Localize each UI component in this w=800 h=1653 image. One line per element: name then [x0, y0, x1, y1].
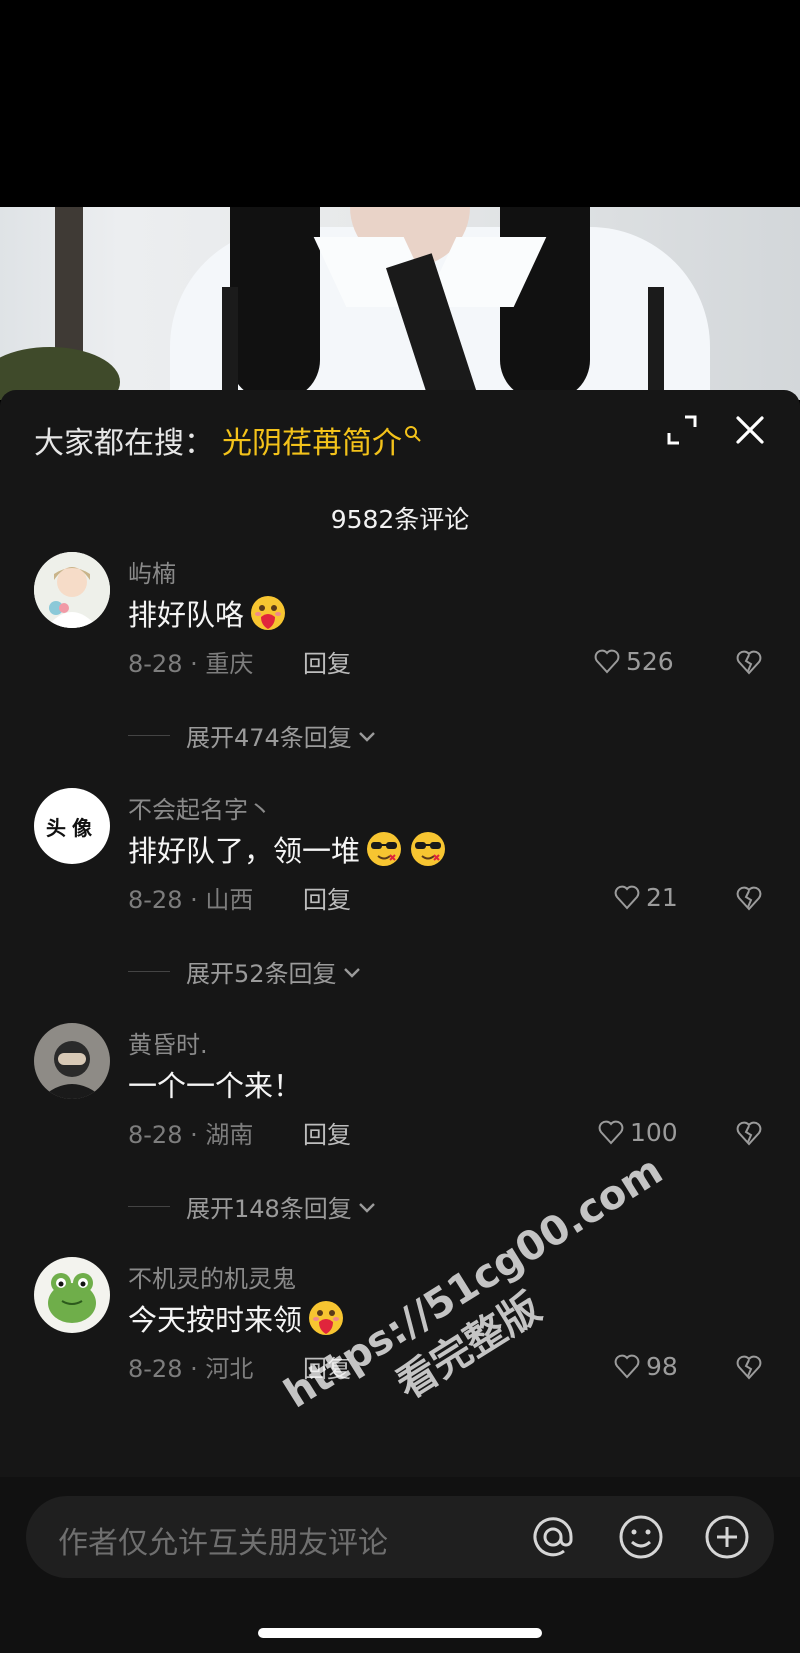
video-player[interactable]: [0, 0, 800, 400]
home-indicator[interactable]: [258, 1628, 542, 1638]
comment-date-location: 8-28 · 山西: [128, 886, 254, 914]
sunglasses-emoji-icon: [367, 832, 402, 866]
trending-search-term[interactable]: 光阴荏苒简介: [222, 418, 402, 462]
trending-search-prefix: 大家都在搜：: [34, 426, 214, 461]
heart-icon: [598, 1120, 624, 1145]
like-count: 98: [646, 1351, 678, 1381]
fullscreen-icon[interactable]: [664, 412, 700, 448]
broken-heart-icon[interactable]: [734, 1352, 764, 1382]
trending-search[interactable]: 大家都在搜： 光阴荏苒简介: [34, 418, 422, 462]
comment-sheet: 大家都在搜： 光阴荏苒简介 9582条评论 屿楠 排好队咯 8-28 · 重庆 …: [0, 390, 800, 1653]
expand-replies-button[interactable]: 展开474条回复: [128, 718, 378, 753]
avatar[interactable]: 头像: [34, 788, 110, 864]
search-icon: [405, 426, 421, 442]
emoji-icon[interactable]: [616, 1512, 666, 1562]
broken-heart-icon[interactable]: [734, 883, 764, 913]
broken-heart-icon[interactable]: [734, 647, 764, 677]
reply-button[interactable]: 回复: [303, 1115, 351, 1150]
expand-replies-button[interactable]: 展开148条回复: [128, 1189, 378, 1224]
reply-button[interactable]: 回复: [303, 880, 351, 915]
video-frame: [0, 207, 800, 400]
divider-line: [128, 971, 170, 972]
expand-replies-label: 展开148条回复: [186, 1195, 352, 1223]
comment-text-content: 一个一个来！: [128, 1069, 303, 1103]
close-icon[interactable]: [730, 410, 770, 450]
comment-text-content: 排好队咯: [128, 598, 245, 632]
divider-line: [128, 1206, 170, 1207]
like-button[interactable]: 526: [592, 644, 674, 678]
comment-username[interactable]: 屿楠: [128, 554, 176, 589]
comment-date-location: 8-28 · 湖南: [128, 1121, 254, 1149]
chevron-down-icon: [343, 967, 360, 978]
divider-line: [128, 735, 170, 736]
like-count: 526: [626, 646, 674, 676]
expand-replies-label: 展开474条回复: [186, 724, 352, 752]
avatar[interactable]: [34, 1257, 110, 1333]
comment-input[interactable]: 作者仅允许互关朋友评论: [26, 1496, 774, 1578]
avatar[interactable]: [34, 1023, 110, 1099]
comment-count: 9582条评论: [330, 505, 470, 534]
comment-text: 排好队了，领一堆: [128, 828, 448, 870]
like-count: 21: [646, 882, 678, 912]
avatar-text: 像: [72, 815, 98, 840]
mention-icon[interactable]: [528, 1512, 578, 1562]
like-button[interactable]: 98: [612, 1349, 678, 1383]
expand-replies-button[interactable]: 展开52条回复: [128, 954, 363, 989]
chevron-down-icon: [358, 1202, 375, 1213]
chevron-down-icon: [358, 731, 375, 742]
sunglasses-emoji-icon: [411, 832, 446, 866]
heart-icon: [594, 649, 620, 674]
comment-input-bar: 作者仅允许互关朋友评论: [0, 1477, 800, 1653]
comment-username[interactable]: 黄昏时.: [128, 1025, 208, 1060]
comment-text: 排好队咯: [128, 592, 288, 634]
like-count: 100: [630, 1117, 678, 1147]
avatar-text: 头: [46, 815, 72, 840]
heart-icon: [614, 1354, 640, 1379]
comment-text: 一个一个来！: [128, 1063, 302, 1105]
comment-text: 今天按时来领: [128, 1297, 346, 1339]
expand-replies-label: 展开52条回复: [186, 960, 337, 988]
like-button[interactable]: 21: [612, 880, 678, 914]
like-button[interactable]: 100: [596, 1115, 678, 1149]
comment-username[interactable]: 不机灵的机灵鬼: [128, 1259, 296, 1294]
reply-button[interactable]: 回复: [303, 644, 351, 679]
add-icon[interactable]: [702, 1512, 752, 1562]
comment-text-content: 今天按时来领: [128, 1303, 303, 1337]
comment-item: 头像 不会起名字丶 排好队了，领一堆 8-28 · 山西 回复 21 展开52条…: [0, 788, 800, 988]
video-strap-left: [222, 287, 238, 400]
heart-hug-emoji-icon: [251, 596, 286, 630]
comment-item: 屿楠 排好队咯 8-28 · 重庆 回复 526 展开474条回复: [0, 552, 800, 752]
heart-icon: [614, 885, 640, 910]
comment-input-placeholder: 作者仅允许互关朋友评论: [58, 1526, 388, 1561]
comment-date-location: 8-28 · 河北: [128, 1355, 254, 1383]
video-person-hair-left: [230, 207, 320, 400]
video-strap-right: [648, 287, 664, 400]
broken-heart-icon[interactable]: [734, 1118, 764, 1148]
comment-date-location: 8-28 · 重庆: [128, 650, 254, 678]
comment-username[interactable]: 不会起名字丶: [128, 790, 272, 825]
comment-text-content: 排好队了，领一堆: [128, 834, 361, 868]
avatar[interactable]: [34, 552, 110, 628]
heart-hug-emoji-icon: [309, 1301, 344, 1335]
